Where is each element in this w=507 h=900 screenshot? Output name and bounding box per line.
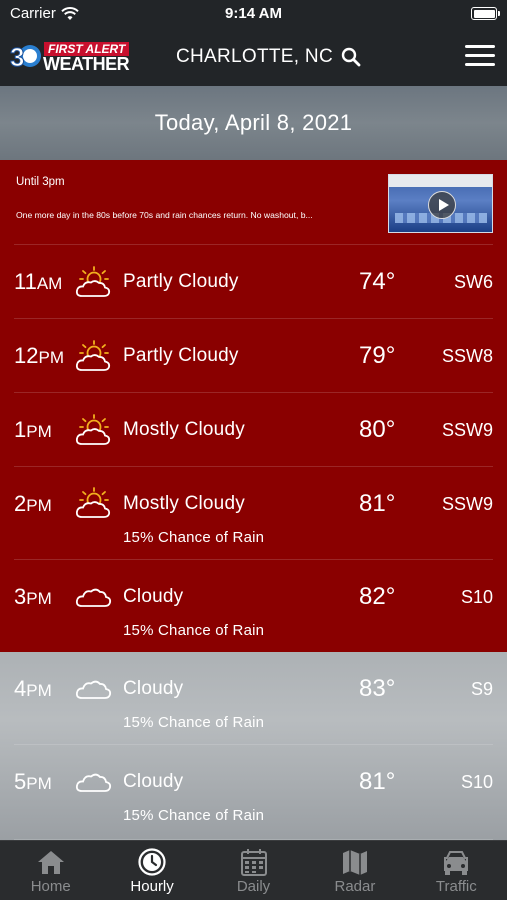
battery-icon <box>471 7 500 20</box>
hour-rain-chance: 15% Chance of Rain <box>123 529 265 546</box>
hour-temp: 81° <box>359 768 396 795</box>
forecast-summary[interactable]: Until 3pm One more day in the 80s before… <box>14 160 493 245</box>
hour-temp: 79° <box>359 342 396 369</box>
map-icon <box>342 850 367 875</box>
hour-wind: SW6 <box>453 272 493 292</box>
hour-wind: S10 <box>460 772 493 792</box>
hour-condition: Partly Cloudy <box>123 271 239 292</box>
hour-wind: SSW8 <box>441 346 493 366</box>
hour-rain-chance: 15% Chance of Rain <box>123 622 265 639</box>
tab-daily[interactable]: Daily <box>203 841 304 900</box>
tab-label: Radar <box>334 878 376 895</box>
hour-condition: Cloudy <box>123 771 184 792</box>
station-logo[interactable]: 3 FIRST ALERT WEATHER <box>8 41 130 74</box>
status-bar: Carrier 9:14 AM <box>0 0 507 30</box>
logo-weather: WEATHER <box>43 54 130 74</box>
hour-wind: S9 <box>470 679 493 699</box>
video-header-strip <box>389 175 492 187</box>
calendar-icon <box>240 849 267 876</box>
play-icon[interactable] <box>428 191 456 219</box>
tab-hourly[interactable]: Hourly <box>101 841 202 900</box>
hour-condition: Cloudy <box>123 678 184 699</box>
home-icon <box>37 851 64 874</box>
hour-temp: 80° <box>359 416 396 443</box>
hour-temp: 83° <box>359 675 396 702</box>
hamburger-menu-icon[interactable] <box>465 45 495 67</box>
hour-time: 4PM <box>14 676 52 701</box>
hour-rain-chance: 15% Chance of Rain <box>123 714 265 731</box>
tab-label: Traffic <box>435 878 477 895</box>
cloudy-icon <box>75 588 112 607</box>
hour-row[interactable]: 3PM Cloudy 82° S10 15% Chance of Rain <box>14 560 493 652</box>
tab-traffic[interactable]: Traffic <box>406 841 507 900</box>
hour-temp: 74° <box>359 268 396 295</box>
hour-time: 12PM <box>14 343 64 368</box>
logo-3-emblem: 3 <box>10 42 41 71</box>
hour-row[interactable]: 2PM Mostly Cloudy 81° SSW9 15% Chance of… <box>14 467 493 560</box>
hour-row[interactable]: 5PM Cloudy 81° S10 15% Chance of Rain <box>14 745 493 840</box>
tab-label: Daily <box>236 878 271 895</box>
tab-home[interactable]: Home <box>0 841 101 900</box>
tab-radar[interactable]: Radar <box>304 841 405 900</box>
hour-condition: Mostly Cloudy <box>123 419 245 440</box>
hourly-alert-section: Until 3pm One more day in the 80s before… <box>0 160 507 652</box>
hour-row[interactable]: 1PM Mostly Cloudy 80° SSW9 <box>14 393 493 467</box>
summary-until: Until 3pm <box>16 176 65 188</box>
forecast-video-thumbnail[interactable] <box>388 174 493 233</box>
car-icon <box>444 851 469 875</box>
date-title: Today, April 8, 2021 <box>0 86 507 160</box>
partly-cloudy-icon <box>75 266 111 297</box>
hour-condition: Mostly Cloudy <box>123 493 245 514</box>
app-header: 3 FIRST ALERT WEATHER CHARLOTTE, NC <box>0 30 507 86</box>
mostly-cloudy-icon <box>75 487 111 518</box>
hour-wind: S10 <box>460 587 493 607</box>
location-selector[interactable]: CHARLOTTE, NC <box>176 46 361 68</box>
hour-time: 2PM <box>14 491 52 516</box>
summary-text: One more day in the 80s before 70s and r… <box>16 210 313 220</box>
hour-row[interactable]: 4PM Cloudy 83° S9 15% Chance of Rain <box>14 652 493 745</box>
hour-wind: SSW9 <box>441 420 493 440</box>
hour-time: 5PM <box>14 769 52 794</box>
tab-label: Home <box>30 878 71 895</box>
hour-rain-chance: 15% Chance of Rain <box>123 807 265 824</box>
hour-condition: Cloudy <box>123 586 184 607</box>
cloudy-icon <box>75 680 112 699</box>
cloudy-icon <box>75 773 112 792</box>
hour-row[interactable]: 11AM Partly Cloudy 74° SW6 <box>14 245 493 319</box>
hour-time: 11AM <box>14 269 63 294</box>
hour-temp: 82° <box>359 583 396 610</box>
tab-label: Hourly <box>130 878 174 895</box>
location-label: CHARLOTTE, NC <box>176 46 333 67</box>
bottom-tab-bar: Home Hourly Daily Radar Traffic <box>0 840 507 900</box>
logo-number: 3 <box>10 42 24 71</box>
hourly-list-continued: 4PM Cloudy 83° S9 15% Chance of Rain 5PM… <box>0 652 507 840</box>
clock-icon <box>138 848 166 876</box>
hour-time: 1PM <box>14 417 52 442</box>
hour-row[interactable]: 12PM Partly Cloudy 79° SSW8 <box>14 319 493 393</box>
hour-condition: Partly Cloudy <box>123 345 239 366</box>
status-time: 9:14 AM <box>225 5 282 22</box>
partly-cloudy-icon <box>75 340 111 371</box>
hour-wind: SSW9 <box>441 494 493 514</box>
hour-time: 3PM <box>14 584 52 609</box>
hour-temp: 81° <box>359 490 396 517</box>
mostly-cloudy-icon <box>75 414 111 445</box>
search-icon[interactable] <box>341 47 361 67</box>
